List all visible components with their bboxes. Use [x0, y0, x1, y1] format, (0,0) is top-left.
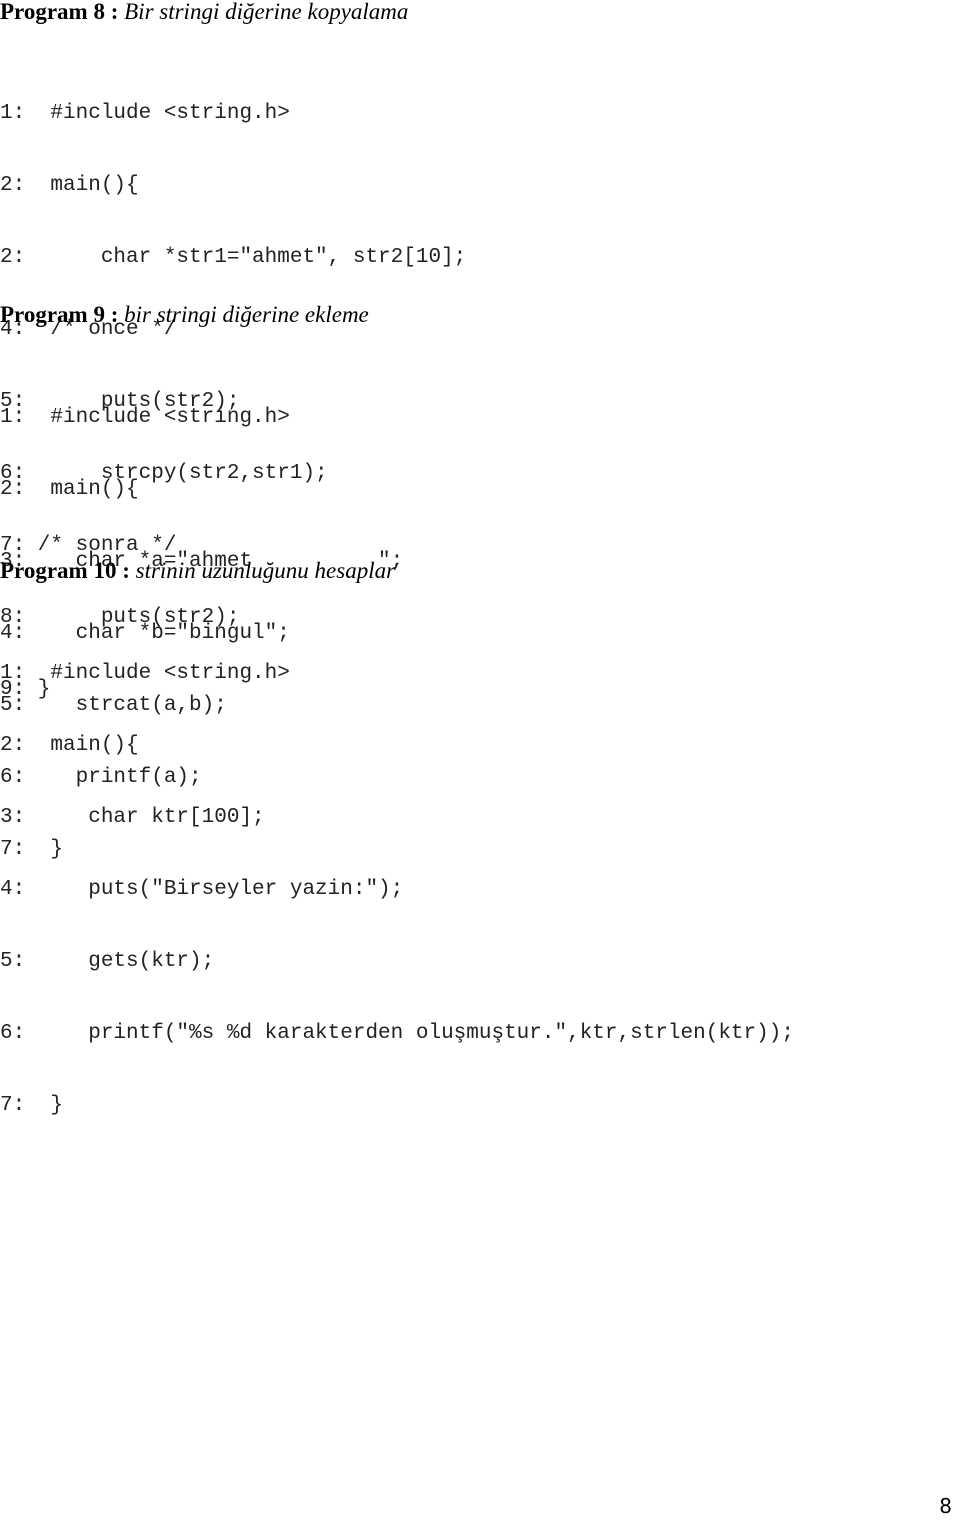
- code-line: 1: #include <string.h>: [0, 406, 290, 429]
- program-9-title: Program 9 :: [0, 302, 119, 327]
- code-line: 1: #include <string.h>: [0, 662, 290, 685]
- code-line: 6: printf("%s %d karakterden oluşmuştur.…: [0, 1022, 794, 1045]
- program-10: Program 10 : strinin uzunluğunu hesaplar…: [0, 558, 794, 1166]
- program-8-heading: Program 8 : Bir stringi diğerine kopyala…: [0, 0, 466, 25]
- page-number: 8: [939, 1494, 952, 1518]
- code-line: 2: main(){: [0, 734, 139, 757]
- program-8-title: Program 8 :: [0, 0, 119, 24]
- code-line: 2: char *str1="ahmet", str2[10];: [0, 246, 467, 269]
- code-line: 2: main(){: [0, 174, 139, 197]
- program-10-code: 1: #include <string.h> 2: main(){ 3: cha…: [0, 614, 794, 1166]
- program-10-description: strinin uzunluğunu hesaplar: [135, 558, 396, 583]
- code-line: 5: gets(ktr);: [0, 950, 215, 973]
- code-line: 2: main(){: [0, 478, 139, 501]
- program-8-description: Bir stringi diğerine kopyalama: [124, 0, 409, 24]
- code-line: 3: char ktr[100];: [0, 806, 265, 829]
- program-10-title: Program 10 :: [0, 558, 130, 583]
- code-line: 1: #include <string.h>: [0, 102, 290, 125]
- code-line: 7: }: [0, 1094, 64, 1117]
- program-9-description: bir stringi diğerine ekleme: [124, 302, 369, 327]
- code-line: 4: puts("Birseyler yazin:");: [0, 878, 404, 901]
- program-9-heading: Program 9 : bir stringi diğerine ekleme: [0, 302, 403, 328]
- program-10-heading: Program 10 : strinin uzunluğunu hesaplar: [0, 558, 794, 584]
